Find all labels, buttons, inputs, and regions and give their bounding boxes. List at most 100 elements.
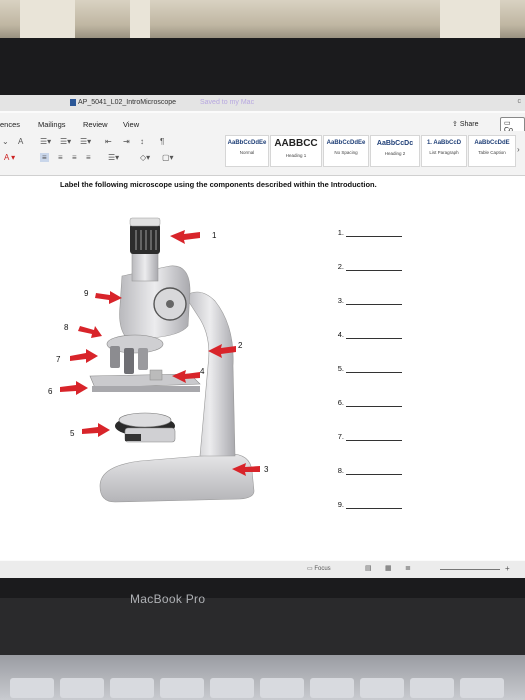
arrow-1: [170, 230, 200, 244]
web-layout-icon[interactable]: ≣: [405, 564, 411, 572]
answer-blank[interactable]: [346, 406, 402, 407]
align-center-icon[interactable]: ≡: [58, 153, 63, 162]
diagram-label-1: 1: [212, 231, 217, 240]
style-no-spacing[interactable]: AaBbCcDdEe No Spacing: [323, 135, 369, 167]
font-color-icon[interactable]: A ▾: [4, 153, 15, 162]
stage-edge: [92, 386, 200, 392]
zoom-in-button[interactable]: +: [505, 564, 510, 573]
answer-number: 9.: [337, 500, 344, 509]
share-button[interactable]: ⇪ Share: [452, 120, 479, 128]
tab-references[interactable]: ences: [0, 120, 20, 129]
diagram-label-9: 9: [84, 289, 89, 298]
style-sample: AABBCC: [274, 138, 318, 149]
style-name: Heading 1: [285, 153, 307, 158]
share-label: Share: [459, 121, 479, 128]
illuminator-slot: [125, 434, 141, 441]
arrow-9: [95, 291, 122, 304]
style-name: Table Caption: [478, 150, 506, 155]
tab-view[interactable]: View: [123, 120, 139, 129]
numbering-icon[interactable]: ☰▾: [60, 137, 71, 146]
microscope-eyepiece-cap: [129, 217, 161, 227]
style-name: Heading 2: [384, 151, 406, 156]
style-sample: AaBbCcDc: [376, 140, 414, 147]
justify-icon[interactable]: ≡: [86, 153, 91, 162]
stage-clip: [149, 369, 163, 381]
answer-number: 3.: [337, 296, 344, 305]
answer-blank[interactable]: [346, 372, 402, 373]
style-name: No Spacing: [334, 150, 358, 155]
answer-blank[interactable]: [346, 304, 402, 305]
answer-blank[interactable]: [346, 338, 402, 339]
increase-indent-icon[interactable]: ⇥: [123, 137, 130, 146]
sort-icon[interactable]: ↕: [140, 137, 144, 146]
arrow-8: [78, 326, 102, 338]
keyboard-key: [210, 678, 254, 698]
diagram-label-8: 8: [64, 323, 69, 332]
style-list-paragraph[interactable]: 1. AaBbCcD List Paragraph: [421, 135, 467, 167]
diagram-label-5: 5: [70, 429, 75, 438]
print-layout-icon[interactable]: ▦: [385, 564, 392, 572]
objective-lens: [124, 348, 134, 374]
window-frame: [440, 0, 500, 42]
tab-review[interactable]: Review: [83, 120, 108, 129]
answer-number: 2.: [337, 262, 344, 271]
style-name: List Paragraph: [429, 150, 459, 155]
answer-number: 8.: [337, 466, 344, 475]
line-spacing-icon[interactable]: ☰▾: [108, 153, 119, 162]
bullets-icon[interactable]: ☰▾: [40, 137, 51, 146]
diagram-label-2: 2: [238, 341, 243, 350]
answer-number: 1.: [337, 228, 344, 237]
pilcrow-icon[interactable]: ¶: [160, 137, 164, 146]
ribbon-toolbar: ⌄ A A ▾ ☰▾ ☰▾ ☰▾ ⇤ ⇥ ↕ ¶ ≡ ≡ ≡ ≡ ☰▾ ◇▾ ▢…: [0, 131, 525, 176]
diagram-label-7: 7: [56, 355, 61, 364]
background-room: [0, 0, 525, 42]
style-heading-1[interactable]: AABBCC Heading 1: [270, 135, 322, 167]
zoom-slider[interactable]: [440, 569, 500, 570]
style-sample: AaBbCcDdEe: [227, 140, 267, 146]
arrow-5: [82, 423, 110, 437]
illuminator-top: [118, 412, 172, 428]
align-right-icon[interactable]: ≡: [72, 153, 77, 162]
styles-more-icon[interactable]: ›: [517, 145, 520, 154]
read-mode-icon[interactable]: ▤: [365, 564, 372, 572]
laptop-brand: MacBook Pro: [130, 592, 206, 606]
decrease-indent-icon[interactable]: ⇤: [105, 137, 112, 146]
chevron-icon[interactable]: ⌄: [2, 137, 9, 146]
diagram-label-3: 3: [264, 465, 269, 474]
ribbon-tabs: ences Mailings Review View ⇪ Share ▭ Co: [0, 113, 525, 136]
keyboard-key: [110, 678, 154, 698]
status-bar: ▭ Focus ▤ ▦ ≣ +: [0, 561, 525, 578]
microscope-diagram: 1 2 3 4 5 6 7 8 9: [48, 217, 269, 503]
answer-blank[interactable]: [346, 236, 402, 237]
answer-number: 5.: [337, 364, 344, 373]
multilevel-list-icon[interactable]: ☰▾: [80, 137, 91, 146]
answer-blank[interactable]: [346, 508, 402, 509]
borders-icon[interactable]: ▢▾: [162, 153, 174, 162]
comment-icon: ▭: [504, 120, 511, 127]
style-heading-2[interactable]: AaBbCcDc Heading 2: [370, 135, 420, 167]
window-titlebar: AP_5041_L02_IntroMicroscope Saved to my …: [0, 95, 525, 111]
style-name: Normal: [239, 150, 255, 155]
answer-number: 4.: [337, 330, 344, 339]
answer-blank[interactable]: [346, 440, 402, 441]
focus-label: Focus: [314, 566, 331, 572]
keyboard-key: [260, 678, 304, 698]
word-doc-icon: [70, 99, 76, 106]
keyboard-key: [460, 678, 504, 698]
window-frame: [20, 0, 75, 42]
document-page[interactable]: Label the following microscope using the…: [0, 176, 525, 560]
shading-icon[interactable]: ◇▾: [140, 153, 150, 162]
arrow-6: [60, 381, 88, 395]
instruction-text: Label the following microscope using the…: [60, 180, 377, 189]
microscope-base: [99, 453, 255, 503]
tab-mailings[interactable]: Mailings: [38, 120, 66, 129]
style-table-caption[interactable]: AaBbCcDdE Table Caption: [468, 135, 516, 167]
answer-blank[interactable]: [346, 474, 402, 475]
focus-button[interactable]: ▭ Focus: [307, 565, 331, 572]
window-control-icon[interactable]: c: [518, 98, 522, 105]
highlight-icon[interactable]: A: [18, 137, 23, 146]
style-normal[interactable]: AaBbCcDdEe Normal: [225, 135, 269, 167]
arrow-7: [70, 349, 98, 363]
answer-blank[interactable]: [346, 270, 402, 271]
align-left-icon[interactable]: ≡: [40, 153, 49, 162]
